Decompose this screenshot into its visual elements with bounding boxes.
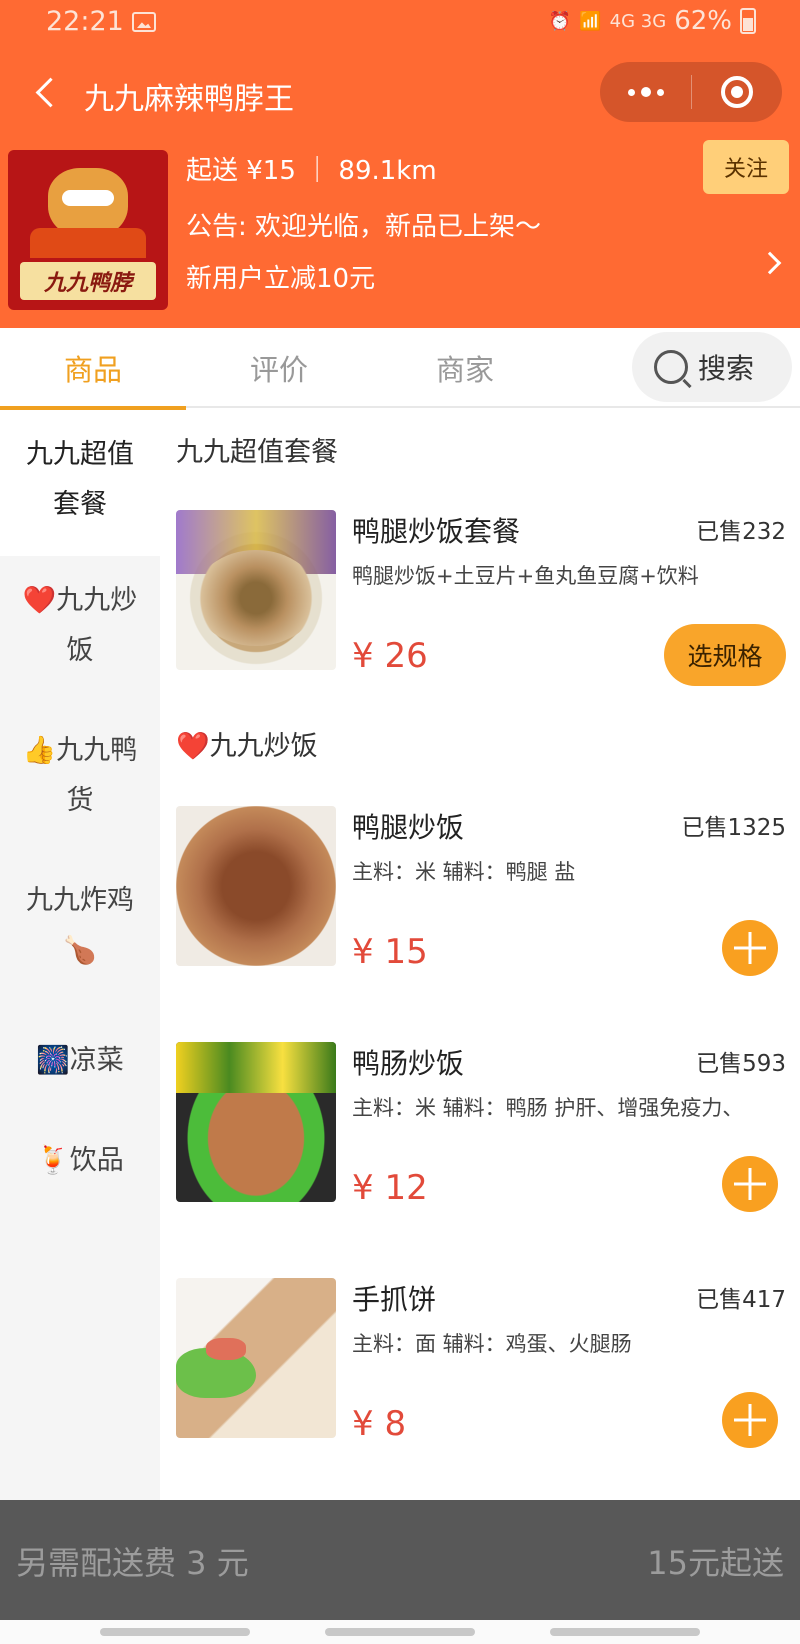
back-nav-button[interactable] <box>550 1628 700 1636</box>
tab-merchant[interactable]: 商家 <box>372 328 558 408</box>
category-label: ❤️九九炒饭 <box>22 585 138 666</box>
close-target-icon[interactable] <box>692 62 782 122</box>
category-label: 🎆凉菜 <box>36 1045 124 1076</box>
tab-products[interactable]: 商品 <box>0 328 186 410</box>
recent-apps-button[interactable] <box>100 1628 250 1636</box>
search-button[interactable]: 搜索 <box>632 332 792 402</box>
product-desc: 主料：米 辅料：鸭腿 盐 <box>352 860 576 884</box>
category-item[interactable]: 九九超值套餐 <box>0 410 160 556</box>
alarm-icon: ⏰ <box>548 10 572 32</box>
tab-reviews[interactable]: 评价 <box>186 328 372 408</box>
category-label: 🍹饮品 <box>36 1145 124 1176</box>
product-image[interactable] <box>176 510 336 670</box>
category-item[interactable]: 九九炸鸡🍗 <box>0 876 160 986</box>
product-item[interactable]: 鸭腿炒饭套餐 已售232 鸭腿炒饭+土豆片+鱼丸鱼豆腐+饮料 ¥ 26 选规格 <box>160 510 800 686</box>
category-item[interactable]: 🎆凉菜 <box>0 1036 160 1096</box>
product-item[interactable]: 手抓饼 已售417 主料：面 辅料：鸡蛋、火腿肠 ¥ 8 <box>160 1278 800 1448</box>
home-button[interactable] <box>325 1628 475 1636</box>
page-title: 九九麻辣鸭脖王 <box>84 82 294 117</box>
shop-header: 22:21 ⏰ 📶 4G 3G 62% 九九麻辣鸭脖王 九九鸭脖 起送 ¥15 … <box>0 0 800 328</box>
shop-logo: 九九鸭脖 <box>8 150 168 310</box>
shop-notice: 公告: 欢迎光临，新品已上架～ <box>186 212 542 242</box>
product-desc: 主料：面 辅料：鸡蛋、火腿肠 <box>352 1332 632 1356</box>
shop-promo[interactable]: 新用户立减10元 <box>186 258 375 295</box>
product-price: ¥ 26 <box>352 636 428 676</box>
network-label: 4G 3G <box>609 10 667 32</box>
category-item[interactable]: ❤️九九炒饭 <box>0 576 160 686</box>
product-sold: 已售593 <box>696 1051 786 1077</box>
select-spec-button[interactable]: 选规格 <box>664 624 786 686</box>
category-item[interactable]: 👍九九鸭货 <box>0 726 160 836</box>
logo-text: 九九鸭脖 <box>20 262 156 300</box>
tab-bar: 商品 评价 商家 搜索 <box>0 328 800 410</box>
back-arrow-icon[interactable] <box>28 74 68 114</box>
add-to-cart-button[interactable] <box>722 1156 778 1212</box>
section-title: ❤️九九炒饭 <box>176 731 318 762</box>
product-image[interactable] <box>176 1042 336 1202</box>
add-to-cart-button[interactable] <box>722 920 778 976</box>
product-image[interactable] <box>176 806 336 966</box>
battery-percent: 62% <box>674 6 732 36</box>
product-price: ¥ 15 <box>352 932 428 972</box>
min-order-button[interactable]: 15元起送 <box>647 1538 784 1584</box>
product-price: ¥ 12 <box>352 1168 428 1208</box>
section-title: 九九超值套餐 <box>176 437 338 468</box>
product-item[interactable]: 鸭腿炒饭 已售1325 主料：米 辅料：鸭腿 盐 ¥ 15 <box>160 806 800 976</box>
product-sold: 已售417 <box>696 1287 786 1313</box>
category-label: 九九炸鸡🍗 <box>26 885 134 966</box>
category-label: 👍九九鸭货 <box>22 735 138 816</box>
search-label: 搜索 <box>698 352 755 385</box>
product-name: 鸭腿炒饭套餐 <box>352 515 521 548</box>
product-price: ¥ 8 <box>352 1404 407 1444</box>
follow-button[interactable]: 关注 <box>703 140 789 194</box>
product-desc: 主料：米 辅料：鸭肠 护肝、增强免疫力、 <box>352 1096 744 1120</box>
product-sold: 已售1325 <box>681 815 786 841</box>
product-image[interactable] <box>176 1278 336 1438</box>
more-dots-icon[interactable] <box>600 62 691 122</box>
category-sidebar: 九九超值套餐 ❤️九九炒饭 👍九九鸭货 九九炸鸡🍗 🎆凉菜 🍹饮品 <box>0 410 160 1500</box>
delivery-fee-text: 另需配送费 3 元 <box>16 1544 249 1582</box>
wifi-icon: 📶 <box>579 10 602 32</box>
status-time: 22:21 <box>46 6 124 37</box>
cart-bar[interactable]: 另需配送费 3 元 15元起送 <box>0 1500 800 1620</box>
product-list: 九九超值套餐 鸭腿炒饭套餐 已售232 鸭腿炒饭+土豆片+鱼丸鱼豆腐+饮料 ¥ … <box>160 410 800 1500</box>
product-desc: 鸭腿炒饭+土豆片+鱼丸鱼豆腐+饮料 <box>352 564 699 588</box>
product-name: 鸭腿炒饭 <box>352 811 465 844</box>
status-indicators: ⏰ 📶 4G 3G 62% <box>549 6 756 36</box>
status-bar: 22:21 ⏰ 📶 4G 3G 62% <box>0 0 800 48</box>
product-sold: 已售232 <box>696 519 786 545</box>
product-name: 鸭肠炒饭 <box>352 1047 465 1080</box>
add-to-cart-button[interactable] <box>722 1392 778 1448</box>
chevron-right-icon[interactable] <box>760 250 784 274</box>
shop-delivery-info: 起送 ¥15 ｜ 89.1km <box>186 156 437 186</box>
category-item[interactable]: 🍹饮品 <box>0 1136 160 1196</box>
product-name: 手抓饼 <box>352 1283 437 1316</box>
product-item[interactable]: 鸭肠炒饭 已售593 主料：米 辅料：鸭肠 护肝、增强免疫力、 ¥ 12 <box>160 1042 800 1212</box>
search-icon <box>654 350 688 384</box>
system-nav-bar <box>0 1620 800 1644</box>
image-notification-icon <box>132 12 156 32</box>
battery-icon <box>740 8 756 34</box>
nav-bar: 九九麻辣鸭脖王 <box>0 58 800 128</box>
category-label: 九九超值套餐 <box>26 439 134 520</box>
mini-program-capsule <box>600 62 782 122</box>
